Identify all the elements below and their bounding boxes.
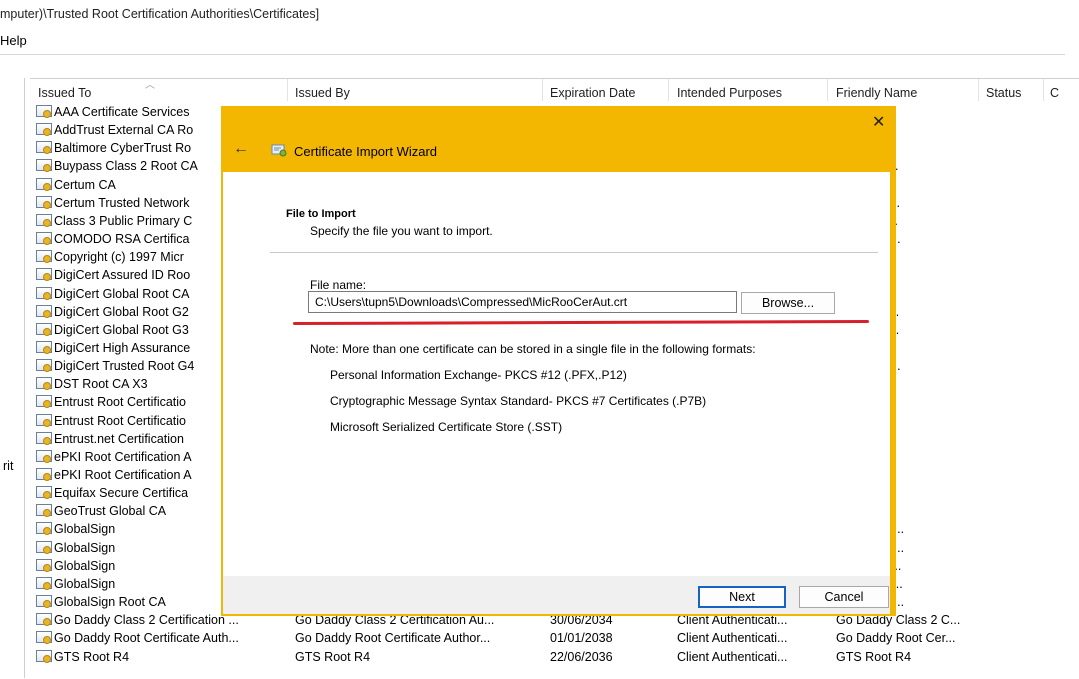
sort-ascending-icon: ︿ bbox=[145, 80, 155, 91]
certificate-icon bbox=[36, 413, 52, 427]
section-title: File to Import bbox=[286, 208, 356, 220]
certificate-icon bbox=[36, 359, 52, 373]
certificate-icon bbox=[36, 232, 52, 246]
certificate-icon bbox=[36, 268, 52, 282]
table-row[interactable]: Go Daddy Root Certificate Auth... Go Dadd… bbox=[30, 629, 1079, 647]
file-name-label: File name: bbox=[310, 278, 367, 292]
cancel-button[interactable]: Cancel bbox=[799, 586, 889, 608]
column-friendly-name[interactable]: Friendly Name bbox=[836, 86, 917, 100]
dialog-footer: Next Cancel bbox=[223, 576, 890, 614]
header-divider bbox=[270, 252, 878, 253]
cell-expiration: 22/06/2036 bbox=[550, 649, 613, 664]
certificate-icon bbox=[36, 250, 52, 264]
column-divider[interactable] bbox=[542, 79, 543, 101]
column-expiration-date[interactable]: Expiration Date bbox=[550, 86, 635, 100]
cell-issued-by: GTS Root R4 bbox=[295, 649, 371, 664]
certificate-icon bbox=[36, 340, 52, 354]
dialog-body: File to Import Specify the file you want… bbox=[223, 172, 890, 576]
cell-purposes: Client Authenticati... bbox=[677, 631, 788, 646]
certificate-icon bbox=[36, 576, 52, 590]
certificate-icon bbox=[36, 522, 52, 536]
formats-note: Note: More than one certificate can be s… bbox=[310, 342, 756, 356]
column-divider[interactable] bbox=[287, 79, 288, 101]
certificate-import-wizard-dialog: ✕ ← Certificate Import Wizard File to Im… bbox=[221, 106, 896, 616]
column-issued-to[interactable]: Issued To bbox=[38, 86, 91, 100]
table-row[interactable]: GTS Root R4 GTS Root R4 22/06/2036 Client A… bbox=[30, 648, 1079, 666]
cell-purposes: Client Authenticati... bbox=[677, 649, 788, 664]
format-item: Microsoft Serialized Certificate Store (… bbox=[330, 420, 563, 434]
certificate-icon bbox=[36, 105, 52, 118]
certificate-icon bbox=[36, 431, 52, 445]
certificate-icon bbox=[36, 195, 52, 209]
column-issued-by[interactable]: Issued By bbox=[295, 86, 350, 100]
format-item: Cryptographic Message Syntax Standard- P… bbox=[330, 394, 707, 408]
certificate-icon bbox=[36, 286, 52, 300]
column-intended-purposes[interactable]: Intended Purposes bbox=[677, 86, 782, 100]
column-divider[interactable] bbox=[978, 79, 979, 101]
dialog-title: Certificate Import Wizard bbox=[294, 144, 438, 159]
certificate-icon bbox=[36, 468, 52, 481]
certificate-icon bbox=[36, 395, 52, 409]
column-divider[interactable] bbox=[1043, 79, 1044, 101]
certificate-icon bbox=[36, 377, 52, 391]
format-item: Personal Information Exchange- PKCS #12 … bbox=[330, 368, 627, 382]
certificate-icon bbox=[36, 141, 52, 155]
window-path-title: mputer)\Trusted Root Certification Autho… bbox=[0, 7, 320, 21]
tree-pane-text: rit bbox=[3, 459, 14, 473]
section-subtitle: Specify the file you want to import. bbox=[310, 224, 493, 238]
certificate-icon bbox=[36, 304, 52, 318]
certificate-icon bbox=[36, 486, 52, 500]
certificate-icon bbox=[36, 649, 52, 663]
cell-friendly: Go Daddy Root Cer... bbox=[836, 631, 956, 646]
column-divider[interactable] bbox=[827, 79, 828, 101]
certificate-icon bbox=[36, 504, 52, 518]
certificate-icon bbox=[36, 558, 52, 572]
red-underline-annotation bbox=[292, 319, 870, 326]
certificate-icon bbox=[36, 159, 52, 173]
file-name-input[interactable] bbox=[308, 291, 737, 313]
certificate-icon bbox=[36, 123, 52, 137]
certificate-icon bbox=[36, 631, 52, 645]
menu-divider bbox=[0, 54, 1065, 55]
close-icon[interactable]: ✕ bbox=[872, 112, 885, 132]
certificate-icon bbox=[36, 322, 52, 336]
cell-friendly: GTS Root R4 bbox=[836, 649, 912, 664]
next-button[interactable]: Next bbox=[698, 586, 786, 608]
browse-button[interactable]: Browse... bbox=[741, 292, 835, 314]
cell-issued-to: GTS Root R4 bbox=[54, 649, 130, 664]
column-c[interactable]: C bbox=[1050, 86, 1059, 100]
cell-expiration: 01/01/2038 bbox=[550, 631, 613, 646]
cell-issued-to: Go Daddy Root Certificate Auth... bbox=[54, 631, 239, 646]
dialog-header: ✕ ← Certificate Import Wizard bbox=[221, 106, 896, 172]
tree-pane[interactable] bbox=[0, 78, 25, 678]
certificate-icon bbox=[36, 540, 52, 554]
certificate-icon bbox=[36, 449, 52, 463]
certificate-icon bbox=[36, 177, 52, 191]
certificate-wizard-icon bbox=[271, 144, 287, 157]
back-arrow-icon[interactable]: ← bbox=[233, 140, 249, 158]
certificate-icon bbox=[36, 613, 52, 627]
certificate-icon bbox=[36, 213, 52, 227]
cell-issued-by: Go Daddy Root Certificate Author... bbox=[295, 631, 491, 646]
column-divider[interactable] bbox=[668, 79, 669, 101]
certificate-icon bbox=[36, 595, 52, 609]
column-status[interactable]: Status bbox=[986, 86, 1021, 100]
menu-help[interactable]: Help bbox=[0, 33, 27, 48]
